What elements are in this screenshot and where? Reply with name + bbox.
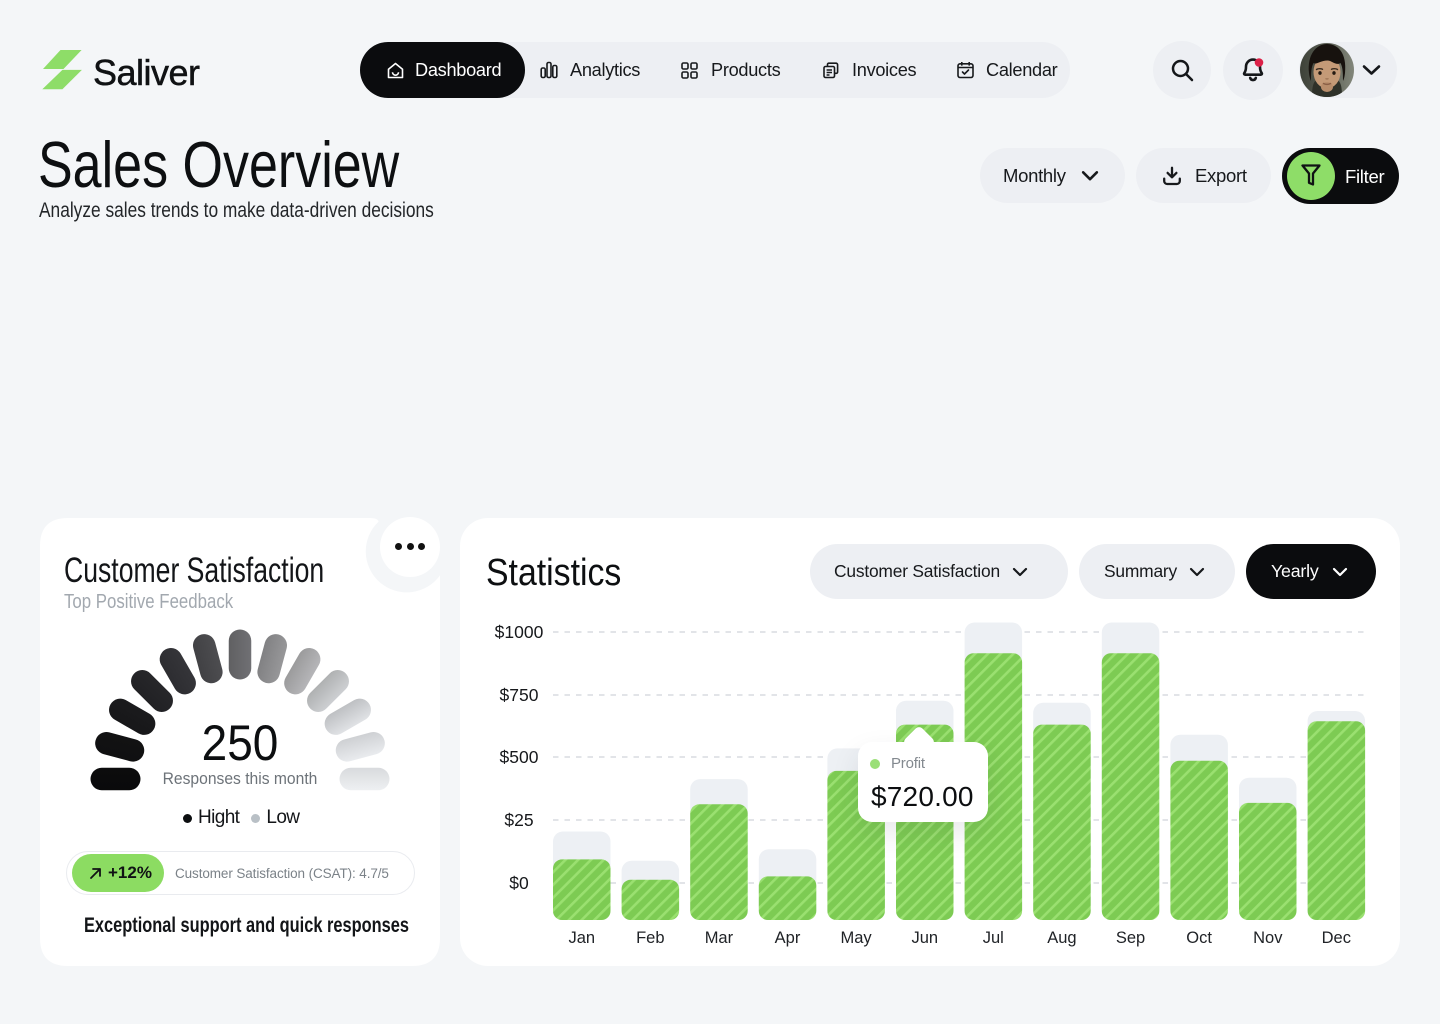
svg-text:Oct: Oct <box>1186 929 1212 947</box>
svg-text:Sep: Sep <box>1116 929 1145 947</box>
svg-text:$1000: $1000 <box>495 622 544 642</box>
svg-text:Apr: Apr <box>775 929 801 947</box>
svg-text:Nov: Nov <box>1253 929 1283 947</box>
svg-text:Mar: Mar <box>705 929 734 947</box>
svg-text:$500: $500 <box>500 747 539 767</box>
svg-text:Jul: Jul <box>983 929 1004 947</box>
svg-text:$0: $0 <box>509 873 529 893</box>
svg-text:Aug: Aug <box>1047 929 1076 947</box>
svg-text:Jun: Jun <box>911 929 938 947</box>
svg-text:Jan: Jan <box>568 929 595 947</box>
svg-text:$750: $750 <box>500 685 539 705</box>
svg-text:$25: $25 <box>504 810 533 830</box>
svg-text:Dec: Dec <box>1322 929 1351 947</box>
svg-text:Feb: Feb <box>636 929 664 947</box>
svg-text:May: May <box>841 929 873 947</box>
